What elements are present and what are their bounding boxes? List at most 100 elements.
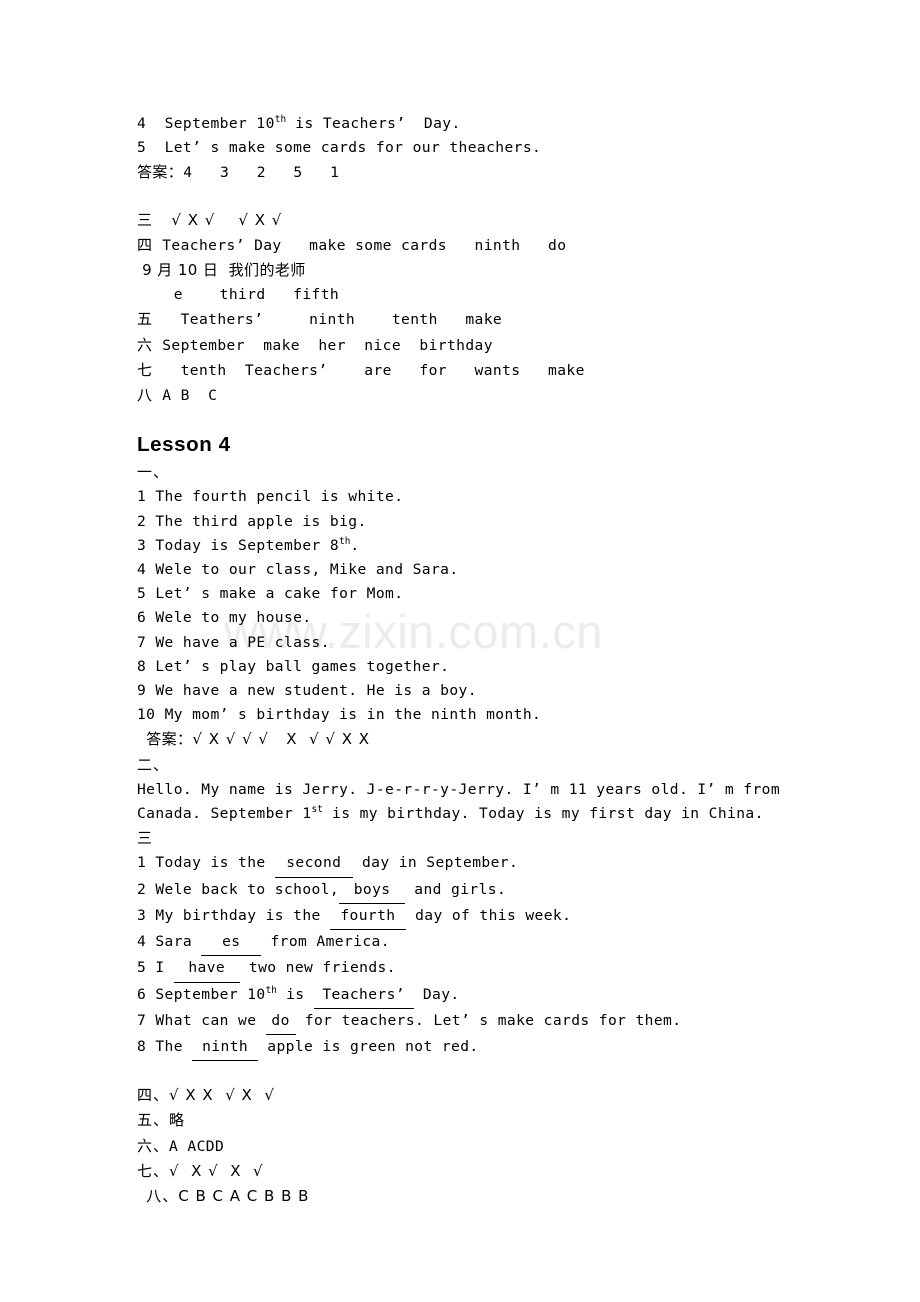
answer-blank: second bbox=[274, 851, 353, 878]
answer-blank: ninth bbox=[192, 1035, 259, 1062]
section-line-4b: 9 月 10 日 我们的老师 bbox=[137, 258, 817, 283]
section-content: √ X X √ X √ bbox=[169, 1086, 275, 1105]
part-marker-2: 二、 bbox=[137, 755, 170, 774]
section-content: A B C bbox=[162, 387, 218, 405]
item-number: 7 bbox=[137, 633, 147, 651]
document-page: www.zixin.com.cn 4 September 10th is Tea… bbox=[0, 0, 920, 1302]
section-marker: 四 bbox=[137, 235, 154, 254]
section-marker: 六、 bbox=[137, 1136, 170, 1155]
fill-in-item: 4 Sara es from America. bbox=[137, 930, 817, 957]
item-text-post: apple is green not red. bbox=[258, 1037, 479, 1055]
item-text: Today is September 8 bbox=[155, 536, 340, 554]
answer-blank: boys bbox=[339, 878, 406, 904]
fill-in-item: 3 My birthday is the fourth day of this … bbox=[137, 904, 817, 931]
item-text-pre: Wele back to school, bbox=[155, 880, 340, 898]
list-item: 5 Let’ s make some cards for our theache… bbox=[137, 136, 817, 160]
section-marker: 五 bbox=[137, 310, 154, 329]
section-line-4: 四 Teachers’ Day make some cards ninth do bbox=[137, 233, 817, 258]
answer-blank: es bbox=[201, 930, 262, 957]
item-text-pre: Sara bbox=[155, 933, 202, 951]
item-number: 6 bbox=[137, 609, 147, 627]
item-text: The fourth pencil is white. bbox=[155, 488, 404, 506]
answer-line: 答案：4 3 2 5 1 bbox=[137, 160, 817, 185]
item-text: We have a new student. He is a boy. bbox=[155, 682, 477, 700]
section-content: 略 bbox=[169, 1111, 185, 1130]
item-number: 1 bbox=[137, 488, 147, 506]
section-marker: 八 bbox=[137, 386, 154, 405]
list-item: 9 We have a new student. He is a boy. bbox=[137, 679, 817, 703]
item-number: 4 bbox=[137, 561, 147, 579]
item-text-post: is Teachers’ Day. bbox=[286, 115, 461, 132]
section-marker: 三 bbox=[137, 210, 154, 229]
answer-blank: fourth bbox=[329, 904, 406, 931]
section-line-6: 六 September make her nice birthday bbox=[137, 333, 817, 358]
item-number: 9 bbox=[137, 682, 147, 700]
ordinal-suffix: th bbox=[274, 114, 287, 126]
item-number: 1 bbox=[137, 854, 147, 872]
item-number: 2 bbox=[137, 880, 147, 898]
section-marker: 七 bbox=[137, 360, 154, 379]
list-item: 5 Let’ s make a cake for Mom. bbox=[137, 582, 817, 606]
item-number: 5 bbox=[137, 139, 147, 157]
item-text-post: two new friends. bbox=[239, 959, 396, 977]
item-number: 4 bbox=[137, 115, 147, 132]
item-text-post: from America. bbox=[261, 933, 390, 951]
answer-blank: Teachers’ bbox=[313, 983, 414, 1009]
item-text-pre: Today is the bbox=[155, 854, 275, 872]
item-number: 3 bbox=[137, 906, 147, 924]
section-content: √ X √ √ X √ bbox=[171, 210, 283, 229]
list-item: 7 We have a PE class. bbox=[137, 631, 817, 655]
item-text: September 10 bbox=[164, 115, 275, 132]
item-text-pre: What can we bbox=[155, 1011, 266, 1029]
list-item: 2 The third apple is big. bbox=[137, 510, 817, 534]
tail-section-4: 四、√ X X √ X √ bbox=[137, 1083, 817, 1108]
answer-values: 4 3 2 5 1 bbox=[183, 164, 340, 182]
item-text-mid: is bbox=[276, 985, 314, 1003]
ordinal-suffix: st bbox=[311, 804, 323, 816]
section-marker: 六 bbox=[137, 335, 154, 354]
section-line-7: 七 tenth Teachers’ are for wants make bbox=[137, 358, 817, 383]
list-item: 6 Wele to my house. bbox=[137, 606, 817, 630]
answer-blank: do bbox=[265, 1009, 296, 1035]
item-text-post: day in September. bbox=[352, 854, 519, 872]
ordinal-suffix: th bbox=[265, 984, 277, 996]
section-content: Teathers’ ninth tenth make bbox=[162, 311, 503, 329]
fill-in-item: 1 Today is the second day in September. bbox=[137, 851, 817, 878]
fill-in-item: 8 The ninth apple is green not red. bbox=[137, 1035, 817, 1062]
item-text-post: Day. bbox=[413, 985, 460, 1003]
item-text: The third apple is big. bbox=[155, 512, 367, 530]
item-text-pre: My birthday is the bbox=[155, 906, 330, 924]
section-content: 9 月 10 日 我们的老师 bbox=[137, 261, 306, 280]
fill-in-item: 2 Wele back to school, boys and girls. bbox=[137, 878, 817, 904]
item-number: 5 bbox=[137, 959, 147, 977]
item-text: My mom’ s birthday is in the ninth month… bbox=[164, 706, 542, 724]
item-text: We have a PE class. bbox=[155, 633, 330, 651]
section-line-5: 五 Teathers’ ninth tenth make bbox=[137, 307, 817, 332]
item-text-post: day of this week. bbox=[405, 906, 572, 924]
item-number: 4 bbox=[137, 933, 147, 951]
item-number: 3 bbox=[137, 536, 147, 554]
section-marker: 七、 bbox=[137, 1161, 170, 1180]
section-content: C B C A C B B B bbox=[178, 1186, 310, 1205]
section-content: Teachers’ Day make some cards ninth do bbox=[162, 236, 567, 254]
answer-label: 答案： bbox=[137, 163, 184, 182]
list-item: 1 The fourth pencil is white. bbox=[137, 485, 817, 509]
section-content: √ X √ X √ bbox=[169, 1161, 264, 1180]
tail-section-8: 八、C B C A C B B B bbox=[137, 1184, 817, 1209]
item-number: 6 bbox=[137, 985, 147, 1003]
item-text: Wele to our class, Mike and Sara. bbox=[155, 561, 459, 579]
item-number: 10 bbox=[137, 706, 156, 724]
item-text-pre: The bbox=[155, 1037, 193, 1055]
part-marker-1: 一、 bbox=[137, 463, 170, 482]
section-marker: 四、 bbox=[137, 1086, 170, 1105]
item-text: Let’ s make some cards for our theachers… bbox=[164, 139, 542, 157]
section-line-4c: e third fifth bbox=[137, 283, 817, 307]
item-text-post: and girls. bbox=[405, 880, 507, 898]
item-number: 2 bbox=[137, 512, 147, 530]
item-text: Let’ s play ball games together. bbox=[155, 657, 450, 675]
item-text: Let’ s make a cake for Mom. bbox=[155, 585, 404, 603]
list-item: 4 September 10th is Teachers’ Day. bbox=[137, 112, 817, 136]
fill-in-item: 5 I have two new friends. bbox=[137, 956, 817, 983]
ordinal-suffix: th bbox=[339, 535, 351, 547]
